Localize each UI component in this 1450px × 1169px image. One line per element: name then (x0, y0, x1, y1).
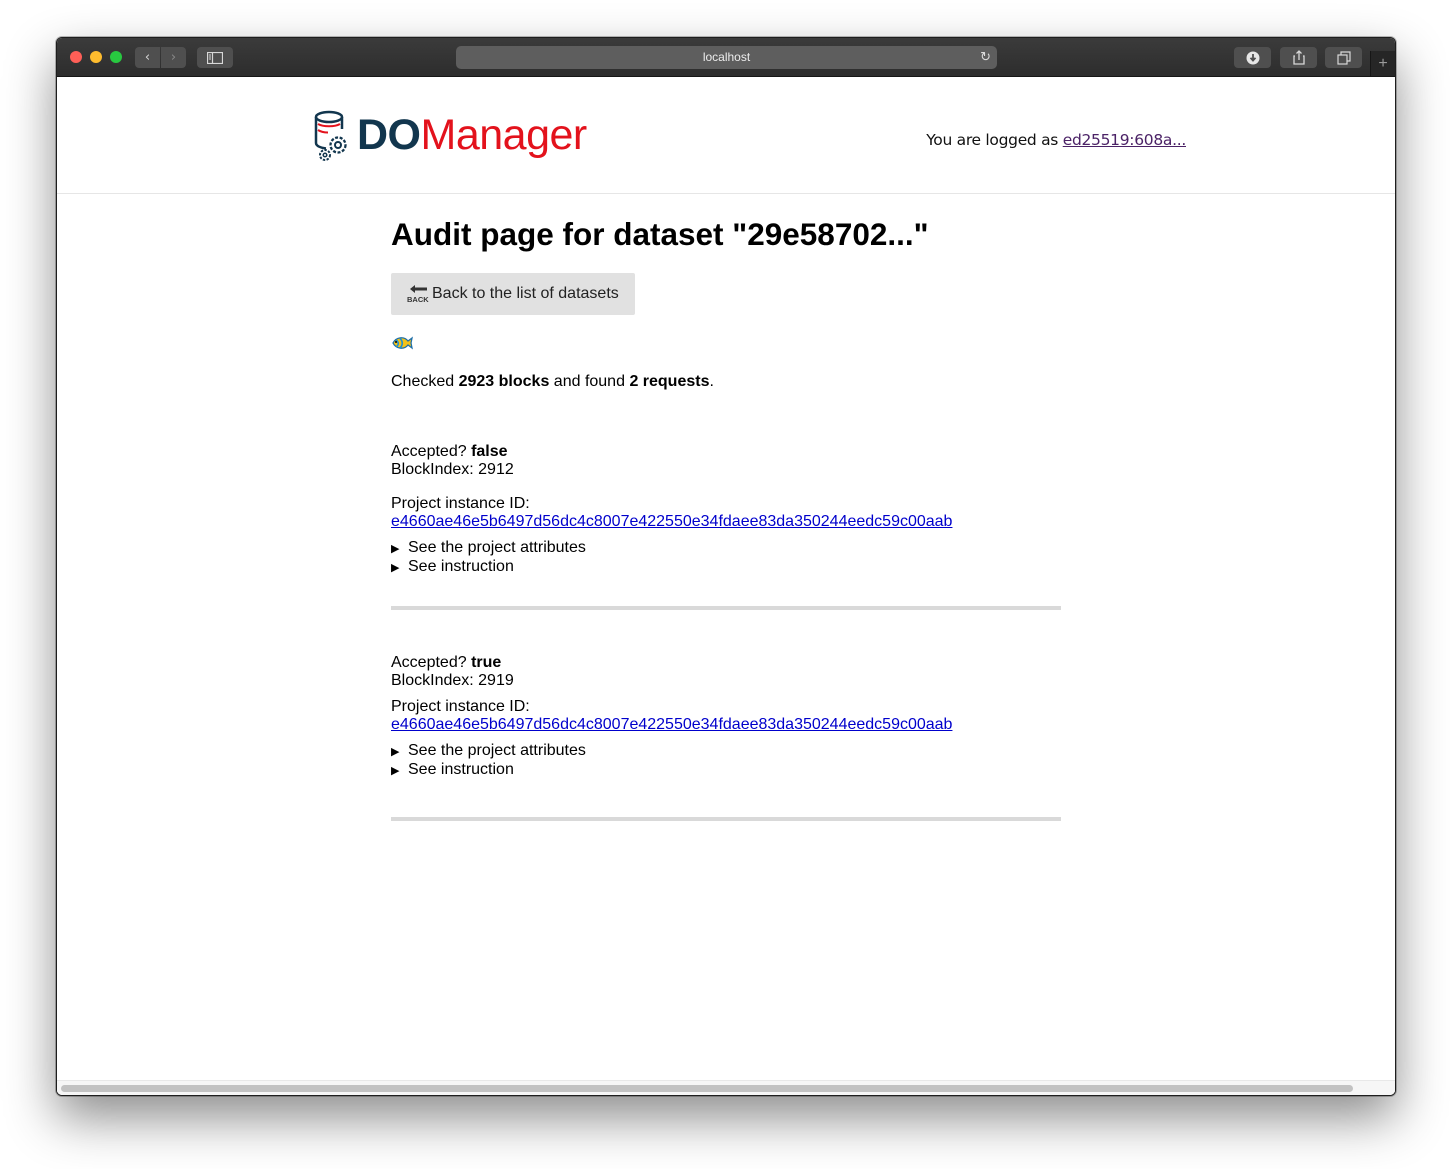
project-instance-link[interactable]: e4660ae46e5b6497d56dc4c8007e422550e34fda… (391, 716, 952, 733)
accepted-value: true (471, 654, 502, 671)
back-arrow-icon: BACK (407, 285, 429, 304)
main-content: Audit page for dataset "29e58702..." BAC… (391, 215, 1061, 821)
share-icon (1292, 50, 1305, 65)
new-tab-button[interactable]: + (1370, 51, 1395, 76)
address-bar[interactable]: localhost ↻ (456, 46, 997, 69)
accepted-label: Accepted? (391, 654, 467, 671)
plus-icon: + (1378, 55, 1388, 72)
login-prefix: You are logged as (926, 131, 1059, 149)
browser-toolbar: ‹ › localhost ↻ + (57, 38, 1395, 77)
browser-window: ‹ › localhost ↻ + DOManager You are logg… (56, 37, 1396, 1096)
horizontal-scrollbar[interactable] (57, 1080, 1395, 1095)
logo-text: DOManager (357, 107, 587, 163)
instruction-label: See instruction (408, 761, 514, 778)
scrollbar-thumb[interactable] (61, 1085, 1353, 1092)
project-attributes-toggle[interactable]: ▶ See the project attributes (391, 539, 1061, 558)
block-index: BlockIndex: 2912 (391, 461, 514, 478)
request-entry: Accepted? false BlockIndex: 2912 Project… (391, 443, 1061, 577)
logo-do-text: DO (357, 111, 421, 159)
tabs-icon (1336, 51, 1351, 65)
address-text: localhost (702, 50, 751, 64)
downloads-button[interactable] (1234, 47, 1271, 68)
site-header: DOManager You are logged as ed25519:608a… (57, 77, 1395, 194)
request-separator (391, 606, 1061, 610)
minimize-window-button[interactable] (90, 51, 102, 63)
summary-requests: 2 requests (629, 373, 710, 390)
close-window-button[interactable] (70, 51, 82, 63)
page-title: Audit page for dataset "29e58702..." (391, 216, 929, 252)
login-status: You are logged as ed25519:608a... (926, 131, 1186, 149)
accepted-row: Accepted? false (391, 443, 1061, 461)
summary-blocks: 2923 blocks (458, 373, 550, 390)
back-to-datasets-button[interactable]: BACK Back to the list of datasets (391, 273, 635, 315)
accepted-label: Accepted? (391, 443, 467, 460)
reload-icon[interactable]: ↻ (980, 46, 991, 69)
sidebar-icon (206, 51, 224, 65)
fish-icon (392, 336, 413, 350)
disclosure-triangle-icon: ▶ (391, 765, 400, 777)
summary-found-text: and found (553, 373, 625, 390)
project-instance-label: Project instance ID: (391, 698, 530, 715)
project-attributes-label: See the project attributes (408, 742, 586, 759)
instruction-toggle[interactable]: ▶ See instruction (391, 558, 1061, 577)
instruction-toggle[interactable]: ▶ See instruction (391, 761, 1061, 780)
project-attributes-label: See the project attributes (408, 539, 586, 556)
back-button-label: Back to the list of datasets (432, 285, 619, 302)
back-icon-text: BACK (407, 295, 429, 304)
accepted-value: false (471, 443, 508, 460)
block-index: BlockIndex: 2919 (391, 672, 514, 689)
download-icon (1246, 51, 1259, 65)
project-attributes-toggle[interactable]: ▶ See the project attributes (391, 742, 1061, 761)
disclosure-triangle-icon: ▶ (391, 543, 400, 555)
project-instance-label: Project instance ID: (391, 495, 530, 512)
project-instance-link[interactable]: e4660ae46e5b6497d56dc4c8007e422550e34fda… (391, 513, 952, 530)
request-entry: Accepted? true BlockIndex: 2919 Project … (391, 654, 1061, 780)
chevron-right-icon: › (170, 50, 177, 65)
summary-checked-prefix: Checked (391, 373, 455, 390)
accepted-row: Accepted? true (391, 654, 1061, 672)
share-button[interactable] (1280, 47, 1317, 68)
audit-summary: Checked 2923 blocks and found 2 requests… (391, 373, 714, 391)
browser-forward-button[interactable]: › (161, 47, 186, 68)
sidebar-toggle-button[interactable] (197, 47, 233, 68)
disclosure-triangle-icon: ▶ (391, 562, 400, 574)
instruction-label: See instruction (408, 558, 514, 575)
user-account-link[interactable]: ed25519:608a... (1063, 131, 1187, 149)
tab-overview-button[interactable] (1325, 47, 1362, 68)
logo-manager-text: Manager (420, 111, 588, 159)
chevron-left-icon: ‹ (144, 50, 151, 65)
summary-end: . (709, 373, 714, 390)
database-gear-icon (314, 110, 347, 161)
disclosure-triangle-icon: ▶ (391, 746, 400, 758)
zoom-window-button[interactable] (110, 51, 122, 63)
request-separator (391, 817, 1061, 821)
page-content: DOManager You are logged as ed25519:608a… (57, 77, 1395, 1095)
browser-back-button[interactable]: ‹ (135, 47, 160, 68)
